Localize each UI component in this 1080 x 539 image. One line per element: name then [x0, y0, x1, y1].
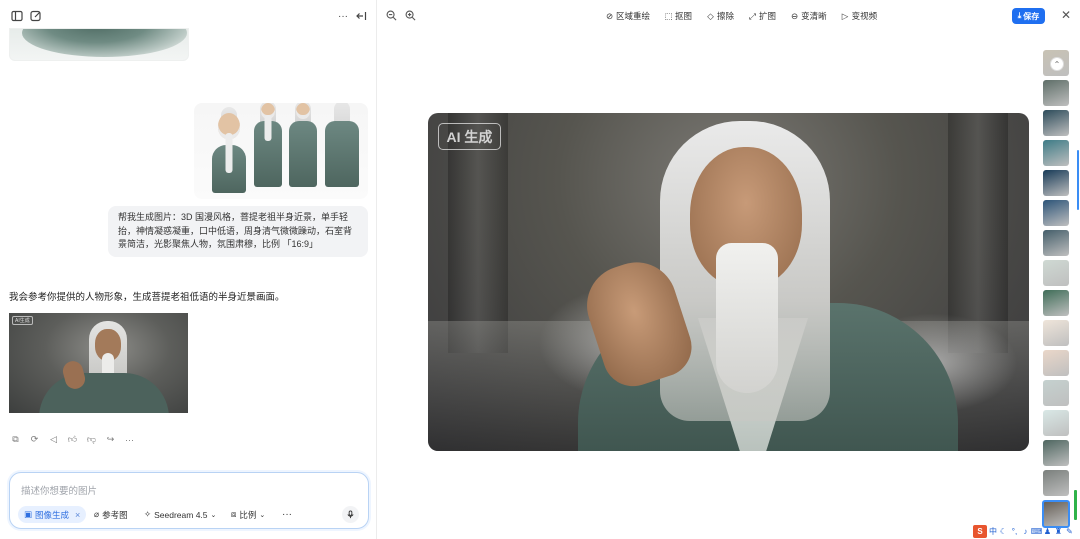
- ai-generated-badge: AI生成: [12, 316, 33, 325]
- thumbnail-item[interactable]: [1043, 350, 1069, 376]
- microphone-icon[interactable]: [342, 506, 359, 523]
- close-icon[interactable]: ✕: [1061, 9, 1073, 21]
- remove-mode-icon[interactable]: ×: [75, 510, 80, 520]
- chevron-down-icon: ⌄: [259, 511, 266, 519]
- video-icon: ▷: [841, 10, 849, 21]
- reference-image-button[interactable]: ⌀ 参考图: [94, 506, 128, 523]
- sidebar-toggle-icon[interactable]: [10, 9, 24, 23]
- thumbnail-item[interactable]: [1043, 80, 1069, 106]
- thumbnail-item[interactable]: [1043, 140, 1069, 166]
- tool-to-video[interactable]: ▷ 变视频: [841, 10, 877, 22]
- shirt-icon[interactable]: ♜: [1054, 527, 1063, 536]
- ratio-selector[interactable]: ⧈ 比例 ⌄: [231, 506, 265, 523]
- mic-icon[interactable]: ♪: [1021, 527, 1030, 536]
- thumbnail-item[interactable]: [1043, 200, 1069, 226]
- thumbs-down-icon[interactable]: 👎︎: [86, 434, 97, 445]
- thumbnail-item[interactable]: [1043, 170, 1069, 196]
- keyboard-icon[interactable]: ⌨: [1031, 527, 1043, 536]
- expand-icon: ⤢: [749, 10, 756, 21]
- speaker-icon[interactable]: ◁: [48, 434, 59, 445]
- chevron-down-icon: ⌄: [210, 511, 217, 519]
- more-options-icon[interactable]: ···: [336, 9, 350, 23]
- message-actions: ⧉ ⟳ ◁ 👍︎ 👎︎ ↪ ···: [10, 434, 135, 448]
- thumbnail-item[interactable]: [1043, 410, 1069, 436]
- thumbnail-strip: ⌃: [1042, 45, 1070, 528]
- thumbs-up-icon[interactable]: 👍︎: [67, 434, 78, 445]
- ratio-icon: ⧈: [231, 509, 237, 519]
- sage-beard: [716, 243, 778, 393]
- tool-cutout[interactable]: ⬚ 抠图: [664, 10, 693, 22]
- generated-image-thumbnail[interactable]: AI生成: [9, 313, 188, 413]
- scrollbar-thumb[interactable]: [1074, 490, 1077, 520]
- user-icon[interactable]: ♟: [1043, 527, 1052, 536]
- share-icon[interactable]: ↪: [105, 434, 116, 445]
- enhance-icon: ⊖: [791, 10, 799, 21]
- previous-image[interactable]: [9, 28, 189, 61]
- character-view-2: [250, 103, 286, 193]
- cutout-icon: ⬚: [664, 10, 673, 21]
- tool-erase[interactable]: ◇ 擦除: [706, 10, 734, 22]
- character-front-view: [204, 107, 254, 193]
- thumbnail-item[interactable]: [1043, 320, 1069, 346]
- tool-inpaint[interactable]: ⊘ 区域重绘: [605, 10, 650, 22]
- tool-expand[interactable]: ⤢ 扩图: [748, 10, 776, 22]
- prompt-input[interactable]: 描述你想要的图片: [21, 483, 97, 497]
- generated-image[interactable]: AI 生成: [428, 113, 1029, 451]
- image-generation-chip[interactable]: ▣ 图像生成 ×: [18, 506, 87, 523]
- ime-language[interactable]: 中: [989, 526, 997, 537]
- ai-watermark: AI 生成: [438, 123, 501, 150]
- prompt-input-box[interactable]: 描述你想要的图片 ▣ 图像生成 × ⌀ 参考图 ✧ Seedream 4.5 ⌄…: [9, 472, 369, 529]
- moon-icon[interactable]: ☾: [999, 527, 1008, 536]
- image-viewer: ⊘ 区域重绘 ⬚ 抠图 ◇ 擦除 ⤢ 扩图 ⊖ 变清晰 ▷ 变视频 ⤓ 保存 ✕ AI 生成 …: [377, 0, 1080, 539]
- more-input-options[interactable]: ···: [282, 506, 292, 523]
- sogou-icon[interactable]: S: [973, 525, 987, 538]
- thumbnail-item[interactable]: [1043, 440, 1069, 466]
- download-icon: ⤓: [1017, 11, 1022, 20]
- chat-panel: ··· 帮我生成图片：3D 国漫风格，菩提老祖半身近景，单手轻抬，神情凝惑凝重，…: [0, 0, 376, 539]
- brush-icon: ⊘: [605, 10, 614, 21]
- ime-toolbar: S 中 ☾ °, ♪ ⌨ ♟ ♜ ✎: [973, 524, 1080, 539]
- collapse-panel-icon[interactable]: [354, 9, 368, 23]
- character-view-3: [287, 103, 319, 193]
- more-actions-icon[interactable]: ···: [124, 434, 135, 445]
- punctuation-icon[interactable]: °,: [1010, 527, 1019, 536]
- user-message: 帮我生成图片：3D 国漫风格，菩提老祖半身近景，单手轻抬，神情凝惑凝重，口中低语…: [108, 206, 368, 257]
- thumbnail-item[interactable]: [1043, 470, 1069, 496]
- wrench-icon[interactable]: ✎: [1065, 527, 1074, 536]
- save-button[interactable]: ⤓ 保存: [1012, 8, 1045, 24]
- assistant-message: 我会参考你提供的人物形象，生成菩提老祖低语的半身近景画面。: [9, 292, 285, 303]
- thumbnail-item[interactable]: [1043, 110, 1069, 136]
- scroll-up-icon[interactable]: ⌃: [1050, 57, 1064, 71]
- thumbnail-item[interactable]: [1043, 380, 1069, 406]
- tool-enhance[interactable]: ⊖ 变清晰: [790, 10, 827, 22]
- paperclip-icon: ⌀: [94, 509, 100, 519]
- edit-toolbar: ⊘ 区域重绘 ⬚ 抠图 ◇ 擦除 ⤢ 扩图 ⊖ 变清晰 ▷ 变视频: [605, 9, 877, 23]
- thumbnail-item[interactable]: [1043, 230, 1069, 256]
- thumbnail-item[interactable]: [1043, 260, 1069, 286]
- regenerate-icon[interactable]: ⟳: [29, 434, 40, 445]
- reference-image[interactable]: [194, 103, 368, 199]
- eraser-icon: ◇: [707, 10, 714, 21]
- copy-icon[interactable]: ⧉: [10, 434, 21, 445]
- character-back-view: [322, 103, 362, 193]
- thumbnail-item[interactable]: [1043, 290, 1069, 316]
- sparkle-icon: ✧: [144, 509, 152, 519]
- thumbnail-scroll-indicator[interactable]: [1077, 150, 1079, 210]
- image-icon: ▣: [24, 509, 33, 519]
- zoom-in-icon[interactable]: [405, 10, 417, 22]
- model-selector[interactable]: ✧ Seedream 4.5 ⌄: [144, 506, 216, 523]
- zoom-out-icon[interactable]: [386, 10, 398, 22]
- new-chat-icon[interactable]: [29, 9, 43, 23]
